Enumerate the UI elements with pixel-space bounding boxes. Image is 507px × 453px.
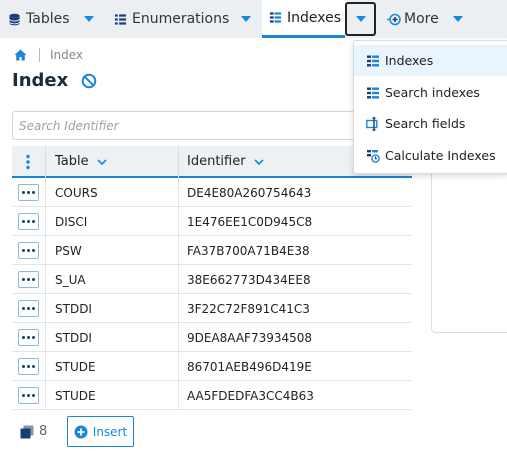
indexes-dropdown-toggle[interactable] (345, 2, 376, 36)
cell-table: STUDE (55, 360, 96, 374)
breadcrumb-separator (39, 48, 40, 62)
home-icon[interactable] (14, 49, 27, 61)
cell-table: STUDE (55, 389, 96, 403)
cell-identifier: FA37B700A71B4E38 (187, 244, 310, 258)
chevron-down-icon[interactable] (452, 16, 463, 22)
chevron-down-icon[interactable] (241, 16, 252, 22)
row-actions-button[interactable] (18, 271, 39, 288)
index-table: Table Identifier COURS DE4E80A260754643 … (12, 146, 412, 410)
index-list-icon (367, 55, 379, 66)
menu-item-indexes[interactable]: Indexes (354, 45, 507, 76)
cell-identifier: AA5FDEDFA3CC4B63 (187, 389, 314, 403)
table-row[interactable]: PSW FA37B700A71B4E38 (12, 236, 412, 265)
insert-button[interactable]: Insert (67, 416, 134, 447)
side-panel (431, 168, 507, 333)
table-row[interactable]: S_UA 38E662773D434EE8 (12, 265, 412, 294)
plus-circle-icon (387, 13, 401, 25)
menu-item-search-indexes[interactable]: Search indexes (354, 77, 507, 108)
cell-table: DISCI (55, 215, 88, 229)
row-actions-button[interactable] (18, 300, 39, 317)
row-actions-button[interactable] (18, 387, 39, 404)
top-tab-bar: Tables Enumerations Indexes More (0, 0, 507, 38)
table-row[interactable]: STDDI 3F22C72F891C41C3 (12, 294, 412, 323)
tab-enumerations-label: Enumerations (132, 11, 230, 27)
column-header-table-label: Table (55, 154, 89, 169)
menu-item-label: Calculate Indexes (385, 148, 496, 163)
cell-identifier: 1E476EE1C0D945C8 (187, 215, 313, 229)
record-count: 8 (20, 424, 47, 439)
row-actions-button[interactable] (18, 184, 39, 201)
table-row[interactable]: DISCI 1E476EE1C0D945C8 (12, 207, 412, 236)
table-header: Table Identifier (12, 146, 412, 178)
table-row[interactable]: COURS DE4E80A260754643 (12, 178, 412, 207)
breadcrumb: Index (14, 48, 83, 62)
row-actions-button[interactable] (18, 213, 39, 230)
cell-identifier: 9DEA8AAF73934508 (187, 331, 313, 345)
stack-icon (20, 425, 34, 438)
cell-table: S_UA (55, 273, 86, 287)
tab-more-label: More (404, 11, 439, 27)
cell-identifier: 38E662773D434EE8 (187, 273, 311, 287)
menu-item-label: Search fields (385, 116, 466, 131)
column-divider (178, 146, 179, 178)
sort-chevron-icon[interactable] (254, 158, 264, 165)
calculate-icon (367, 149, 380, 163)
list-icon (114, 13, 127, 25)
cell-identifier: 86701AEB496D419E (187, 360, 312, 374)
tab-enumerations[interactable]: Enumerations (114, 0, 252, 38)
table-row[interactable]: STUDE AA5FDEDFA3CC4B63 (12, 381, 412, 410)
cell-identifier: DE4E80A260754643 (187, 186, 312, 200)
menu-item-label: Search indexes (385, 85, 480, 100)
kebab-menu-icon[interactable] (26, 154, 30, 170)
menu-item-label: Indexes (385, 53, 434, 68)
column-header-identifier[interactable]: Identifier (187, 154, 264, 169)
search-field-icon (366, 116, 378, 131)
cell-table: COURS (55, 186, 98, 200)
page-title: Index (12, 70, 69, 91)
column-header-table[interactable]: Table (55, 154, 107, 169)
cell-table: STDDI (55, 331, 92, 345)
tab-tables[interactable]: Tables (8, 0, 94, 38)
table-row[interactable]: STDDI 9DEA8AAF73934508 (12, 323, 412, 352)
column-header-identifier-label: Identifier (187, 154, 246, 169)
row-actions-button[interactable] (18, 358, 39, 375)
search-input[interactable] (12, 111, 412, 140)
cell-table: PSW (55, 244, 82, 258)
chevron-down-icon[interactable] (83, 16, 94, 22)
cell-identifier: 3F22C72F891C41C3 (187, 302, 310, 316)
tab-indexes[interactable]: Indexes (262, 0, 345, 38)
record-count-value: 8 (39, 424, 48, 439)
search-list-icon (367, 87, 379, 98)
cell-table: STDDI (55, 302, 92, 316)
insert-button-label: Insert (92, 424, 128, 439)
tab-tables-label: Tables (26, 11, 70, 27)
breadcrumb-current: Index (50, 48, 84, 62)
tab-indexes-label: Indexes (287, 9, 342, 26)
tab-more[interactable]: More (386, 0, 463, 38)
index-list-icon (269, 12, 282, 23)
database-icon (8, 13, 21, 25)
menu-item-search-fields[interactable]: Search fields (354, 108, 507, 139)
row-actions-button[interactable] (18, 329, 39, 346)
menu-item-calculate-indexes[interactable]: Calculate Indexes (354, 140, 507, 171)
indexes-dropdown-menu: Indexes Search indexes Search fields Cal… (353, 40, 507, 174)
no-entry-icon (81, 73, 97, 89)
chevron-down-icon (355, 16, 366, 22)
column-divider (45, 146, 46, 178)
plus-circle-icon (74, 425, 88, 438)
table-row[interactable]: STUDE 86701AEB496D419E (12, 352, 412, 381)
row-actions-button[interactable] (18, 242, 39, 259)
sort-chevron-icon[interactable] (97, 158, 107, 165)
